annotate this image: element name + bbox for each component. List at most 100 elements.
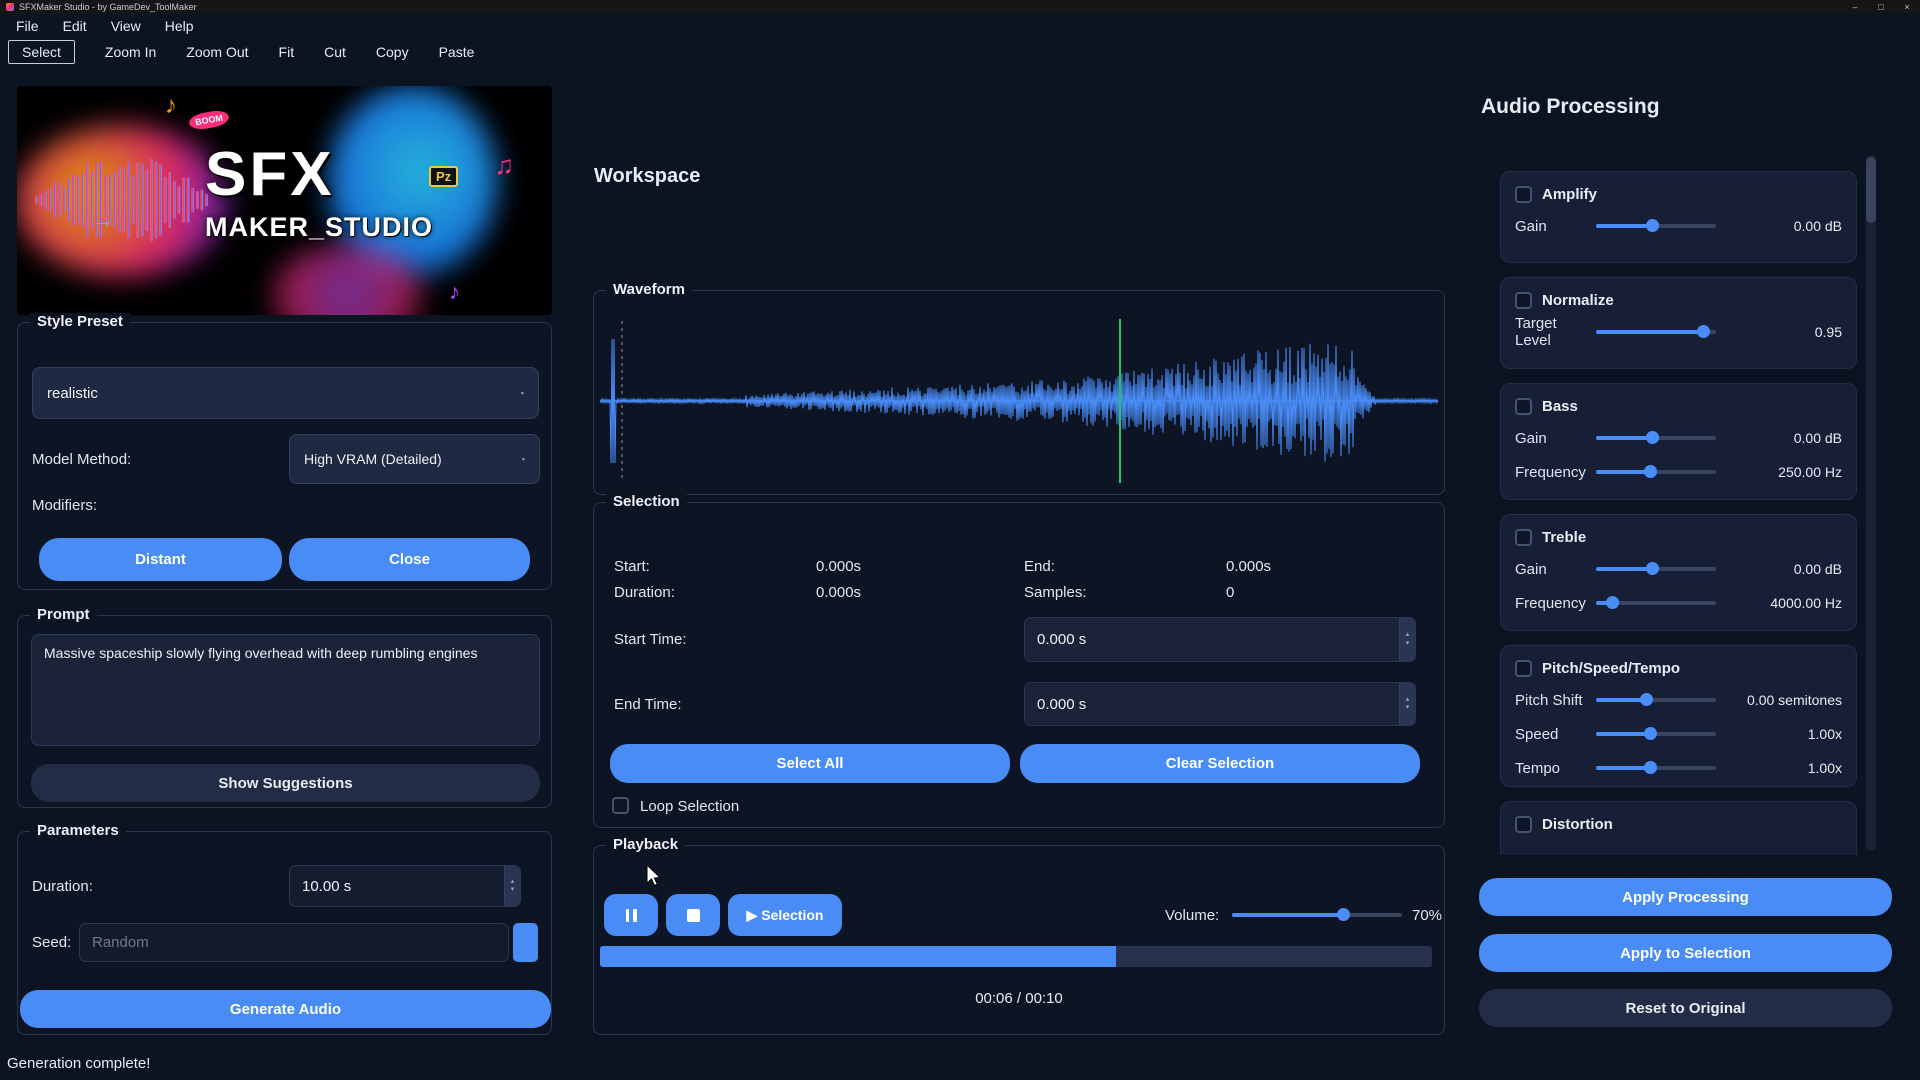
selection-end-label: End:: [1024, 558, 1055, 575]
menu-file[interactable]: File: [6, 16, 49, 36]
play-selection-button[interactable]: ▶ Selection: [728, 894, 842, 936]
pause-button[interactable]: [604, 894, 658, 936]
effect-enable-checkbox[interactable]: [1515, 292, 1532, 309]
style-preset-group: Style Preset realistic ▪ Model Method: H…: [17, 322, 552, 590]
param-slider[interactable]: [1596, 691, 1716, 709]
group-title: Style Preset: [30, 313, 130, 330]
param-slider[interactable]: [1596, 759, 1716, 777]
param-label: Target Level: [1515, 315, 1588, 349]
menu-view[interactable]: View: [101, 16, 151, 36]
param-slider[interactable]: [1596, 217, 1716, 235]
prompt-group: Prompt Massive spaceship slowly flying o…: [17, 615, 552, 808]
seed-input[interactable]: [80, 924, 508, 961]
dropdown-indicator-icon: ▪: [521, 388, 524, 398]
logo-waveform-graphic: [35, 138, 210, 263]
maximize-button[interactable]: □: [1868, 2, 1894, 12]
effect-enable-checkbox[interactable]: [1515, 398, 1532, 415]
spinner-arrows-icon[interactable]: ▴▾: [1399, 618, 1415, 661]
param-value: 250.00 Hz: [1724, 464, 1842, 480]
show-suggestions-button[interactable]: Show Suggestions: [31, 764, 540, 802]
model-method-dropdown[interactable]: High VRAM (Detailed) ▪: [289, 434, 540, 484]
waveform-display[interactable]: [600, 317, 1438, 485]
generate-audio-button[interactable]: Generate Audio: [20, 990, 551, 1028]
volume-value: 70%: [1412, 907, 1442, 924]
menu-edit[interactable]: Edit: [53, 16, 97, 36]
toolbar-zoom-out[interactable]: Zoom Out: [186, 44, 248, 60]
end-time-input[interactable]: [1025, 683, 1399, 725]
loop-selection-checkbox[interactable]: [612, 797, 629, 814]
toolbar-copy[interactable]: Copy: [376, 44, 409, 60]
toolbar-cut[interactable]: Cut: [324, 44, 346, 60]
selection-samples-label: Samples:: [1024, 584, 1087, 601]
playback-progress-bar[interactable]: [600, 946, 1432, 967]
end-time-field[interactable]: ▴▾: [1024, 682, 1416, 726]
selection-duration-label: Duration:: [614, 584, 675, 601]
effect-enable-checkbox[interactable]: [1515, 816, 1532, 833]
toolbar-fit[interactable]: Fit: [279, 44, 295, 60]
effect-name: Pitch/Speed/Tempo: [1542, 660, 1680, 677]
effect-enable-checkbox[interactable]: [1515, 660, 1532, 677]
effect-enable-checkbox[interactable]: [1515, 529, 1532, 546]
volume-label: Volume:: [1165, 907, 1219, 924]
duration-field[interactable]: ▴▾: [289, 865, 521, 907]
param-slider[interactable]: [1596, 725, 1716, 743]
param-label: Gain: [1515, 561, 1588, 578]
toolbar-paste[interactable]: Paste: [439, 44, 475, 60]
modifier-close-button[interactable]: Close: [289, 538, 530, 581]
clear-selection-button[interactable]: Clear Selection: [1020, 744, 1420, 783]
pz-badge: Pz: [429, 166, 458, 187]
select-all-button[interactable]: Select All: [610, 744, 1010, 783]
apply-processing-button[interactable]: Apply Processing: [1479, 878, 1892, 916]
toolbar-select[interactable]: Select: [8, 40, 75, 64]
apply-to-selection-button[interactable]: Apply to Selection: [1479, 934, 1892, 972]
effect-card: Distortion: [1500, 801, 1857, 855]
modifiers-label: Modifiers:: [32, 497, 97, 514]
loop-selection-label: Loop Selection: [640, 798, 739, 815]
dropdown-indicator-icon: ▪: [522, 454, 525, 464]
close-button[interactable]: ×: [1894, 2, 1920, 12]
param-slider[interactable]: [1596, 323, 1716, 341]
reset-to-original-button[interactable]: Reset to Original: [1479, 989, 1892, 1027]
selection-start-label: Start:: [614, 558, 650, 575]
effect-card: AmplifyGain0.00 dB: [1500, 171, 1857, 263]
param-value: 1.00x: [1724, 726, 1842, 742]
selection-group: Selection Start: 0.000s End: 0.000s Dura…: [593, 502, 1445, 828]
effect-name: Treble: [1542, 529, 1586, 546]
effects-scrollbar[interactable]: [1866, 155, 1876, 851]
volume-slider[interactable]: [1232, 906, 1402, 924]
start-time-field[interactable]: ▴▾: [1024, 617, 1416, 662]
parameters-group: Parameters Duration: ▴▾ Seed: Generate A…: [17, 831, 552, 1035]
seed-random-button[interactable]: [513, 923, 538, 962]
group-title: Selection: [606, 493, 687, 510]
style-preset-dropdown[interactable]: realistic ▪: [32, 367, 539, 419]
seed-field[interactable]: [79, 923, 509, 962]
music-note-icon: ♪: [449, 279, 460, 305]
param-slider[interactable]: [1596, 463, 1716, 481]
window-title: SFXMaker Studio - by GameDev_ToolMaker: [19, 2, 197, 12]
minimize-button[interactable]: –: [1842, 2, 1868, 12]
stop-button[interactable]: [666, 894, 720, 936]
param-value: 0.95: [1724, 324, 1842, 340]
start-time-input[interactable]: [1025, 618, 1399, 661]
progress-fill: [600, 946, 1116, 967]
boom-badge: BOOM: [188, 109, 230, 132]
group-title: Parameters: [30, 822, 126, 839]
menu-help[interactable]: Help: [155, 16, 204, 36]
effect-card: NormalizeTarget Level0.95: [1500, 277, 1857, 369]
toolbar-zoom-in[interactable]: Zoom In: [105, 44, 156, 60]
param-label: Gain: [1515, 430, 1588, 447]
param-slider[interactable]: [1596, 429, 1716, 447]
param-label: Pitch Shift: [1515, 692, 1588, 709]
modifier-distant-button[interactable]: Distant: [39, 538, 282, 581]
param-slider[interactable]: [1596, 560, 1716, 578]
logo-text-maker-studio: MAKER_STUDIO: [205, 212, 433, 243]
effect-enable-checkbox[interactable]: [1515, 186, 1532, 203]
spinner-arrows-icon[interactable]: ▴▾: [1399, 683, 1415, 725]
effect-card: BassGain0.00 dBFrequency250.00 Hz: [1500, 383, 1857, 500]
selection-start-value: 0.000s: [816, 558, 861, 575]
scrollbar-thumb[interactable]: [1866, 157, 1876, 223]
param-slider[interactable]: [1596, 594, 1716, 612]
spinner-arrows-icon[interactable]: ▴▾: [504, 866, 520, 906]
duration-input[interactable]: [290, 866, 504, 906]
prompt-textarea[interactable]: Massive spaceship slowly flying overhead…: [31, 634, 540, 746]
